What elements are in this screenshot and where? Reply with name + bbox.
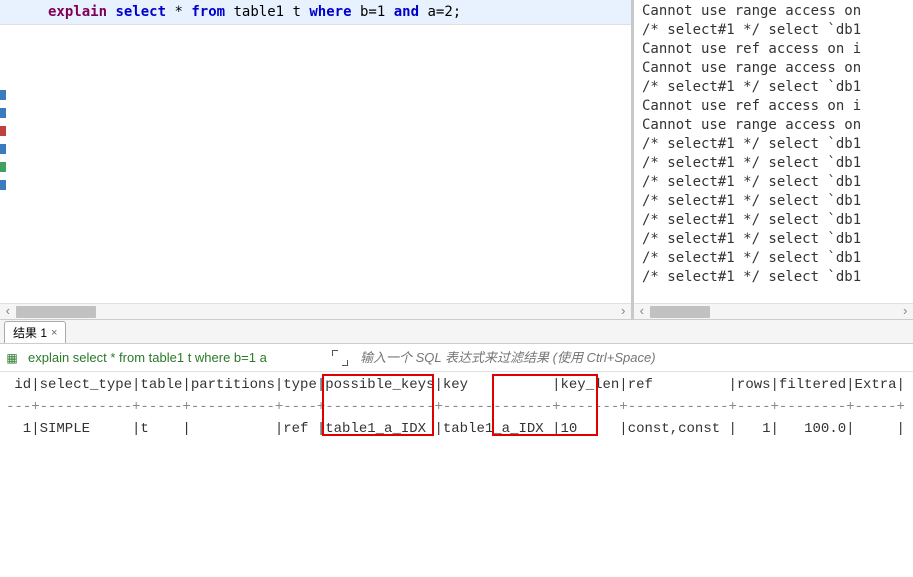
token-a: a xyxy=(427,4,435,20)
results-area: 结果 1 × ▦ explain select * from table1 t … xyxy=(0,320,913,576)
token-table: table1 t xyxy=(234,4,301,20)
filter-input[interactable] xyxy=(356,348,909,367)
sql-editor-pane: explain select * from table1 t where b=1… xyxy=(0,0,634,319)
log-horizontal-scrollbar[interactable]: ‹ › xyxy=(634,303,913,319)
tab-result-1[interactable]: 结果 1 × xyxy=(4,321,66,343)
scrollbar-thumb[interactable] xyxy=(16,306,96,318)
tab-label: 结果 1 xyxy=(13,324,47,341)
token-star: * xyxy=(174,4,182,20)
editor-gutter-marks xyxy=(0,90,8,198)
keyword-explain: explain xyxy=(48,4,107,20)
sql-echo-text: explain select * from table1 t where b=1… xyxy=(24,350,324,365)
grid-data-row[interactable]: 1|SIMPLE |t | |ref |table1_a_IDX |table1… xyxy=(6,418,907,440)
keyword-where: where xyxy=(309,4,351,20)
close-icon[interactable]: × xyxy=(51,327,57,339)
results-toolbar: ▦ explain select * from table1 t where b… xyxy=(0,344,913,372)
results-tabbar: 结果 1 × xyxy=(0,320,913,344)
output-log[interactable]: Cannot use range access on /* select#1 *… xyxy=(634,0,913,303)
keyword-and: and xyxy=(394,4,419,20)
grid-separator: ---+-----------+-----+----------+----+--… xyxy=(6,396,907,418)
keyword-from: from xyxy=(191,4,225,20)
output-log-pane: Cannot use range access on /* select#1 *… xyxy=(634,0,913,319)
grid-header-row: id|select_type|table|partitions|type|pos… xyxy=(6,374,907,396)
keyword-select: select xyxy=(115,4,166,20)
expand-icon[interactable] xyxy=(332,350,348,366)
table-icon[interactable]: ▦ xyxy=(4,350,20,366)
editor-horizontal-scrollbar[interactable]: ‹ › xyxy=(0,303,631,319)
sql-editor[interactable]: explain select * from table1 t where b=1… xyxy=(0,0,631,303)
code-line[interactable]: explain select * from table1 t where b=1… xyxy=(0,0,631,25)
scrollbar-thumb[interactable] xyxy=(650,306,710,318)
results-grid[interactable]: id|select_type|table|partitions|type|pos… xyxy=(0,372,913,576)
